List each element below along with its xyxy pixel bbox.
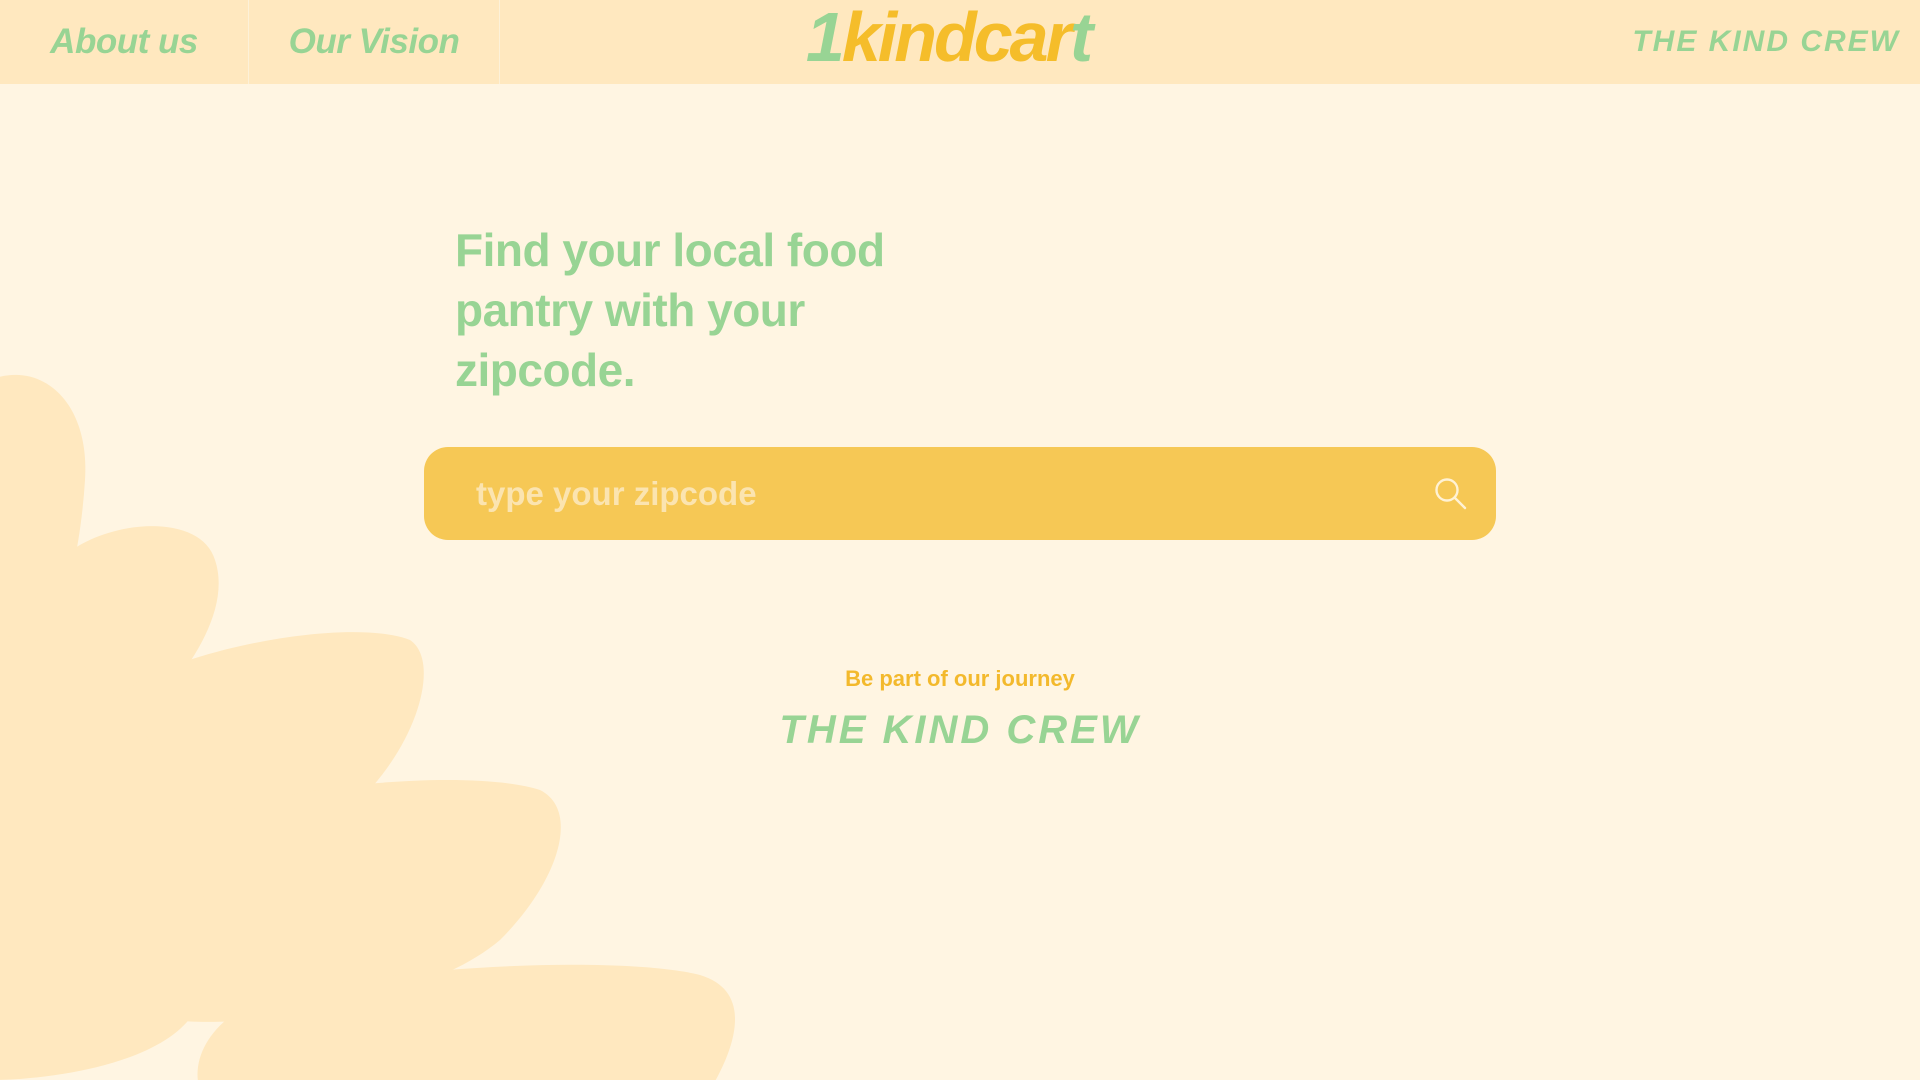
- logo-main-text: kindcar: [841, 0, 1073, 76]
- kind-crew-link[interactable]: THE KIND CREW: [710, 708, 1210, 753]
- logo-trail-glyph: t: [1069, 0, 1093, 76]
- journey-tagline: Be part of our journey: [845, 666, 1075, 691]
- zipcode-input[interactable]: [474, 447, 1378, 540]
- nav-about-us[interactable]: About us: [0, 0, 249, 84]
- search-button[interactable]: [1426, 469, 1476, 519]
- zipcode-search-bar: [424, 447, 1496, 540]
- nav-our-vision[interactable]: Our Vision: [249, 0, 500, 84]
- top-navigation-bar: About us Our Vision 1kindcart THE KIND C…: [0, 0, 1920, 84]
- logo-wordmark: 1kindcart: [806, 2, 1093, 72]
- hero-headline: Find your local food pantry with your zi…: [455, 224, 885, 396]
- nav-the-kind-crew[interactable]: THE KIND CREW: [1632, 0, 1900, 84]
- search-icon: [1435, 478, 1467, 510]
- decorative-flower-petals: [0, 375, 735, 1080]
- logo-lead-glyph: 1: [805, 0, 845, 76]
- kindcart-logo[interactable]: 1kindcart: [803, 2, 1093, 72]
